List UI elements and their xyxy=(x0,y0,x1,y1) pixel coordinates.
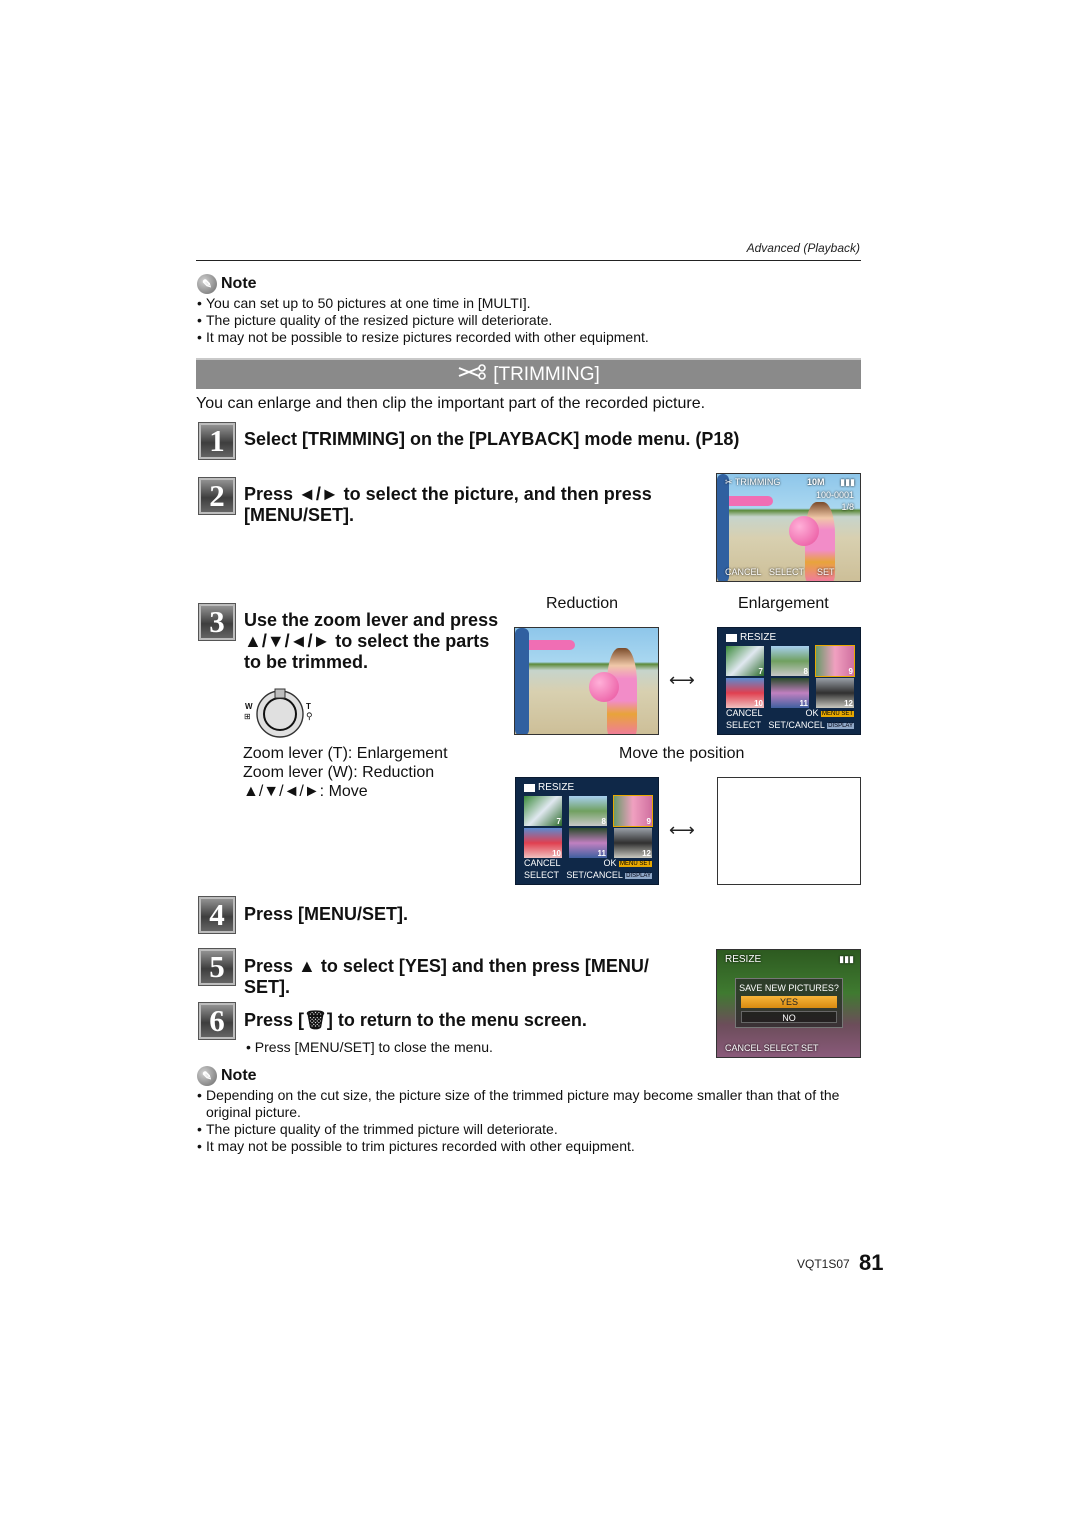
option-yes: YES xyxy=(741,996,837,1008)
step-number-3: 3 xyxy=(198,603,236,641)
zoom-lever-icon xyxy=(256,688,304,738)
caption-enlarge: Zoom lever (T): Enlargement xyxy=(243,745,448,762)
step-5-text: Press ▲ to select [YES] and then press [… xyxy=(244,956,649,997)
thumbnail: 11 xyxy=(771,678,809,708)
double-arrow-icon: ⟷ xyxy=(669,670,695,690)
banner-title: [TRIMMING] xyxy=(493,363,600,385)
save-question: SAVE NEW PICTURES? xyxy=(739,983,839,993)
pencil-icon: ✎ xyxy=(197,274,217,294)
note-title: Note xyxy=(221,1067,257,1084)
step-number-1: 1 xyxy=(198,422,236,460)
page-number: 81 xyxy=(859,1250,884,1275)
resize-ok: OK MENU SET xyxy=(603,858,652,868)
photo-ball xyxy=(789,516,819,546)
document-code: VQT1S07 xyxy=(797,1257,850,1271)
osd-file: 100-0001 xyxy=(815,490,854,500)
magnifier-icon: ⚲ xyxy=(306,711,313,721)
resize-screen-enlarged: RESIZE 7 8 9 10 11 12 CANCEL OK MENU SET… xyxy=(717,627,861,735)
resize-icon xyxy=(726,633,737,642)
resize-set-cancel: SET/CANCEL DISPLAY xyxy=(768,720,854,730)
note-list: You can set up to 50 pictures at one tim… xyxy=(197,295,862,346)
osd-set: SET xyxy=(817,567,835,577)
osd-select: SELECT xyxy=(769,567,805,577)
save-title: RESIZE xyxy=(725,954,762,965)
note-title: Note xyxy=(221,275,257,292)
header-divider xyxy=(196,260,861,261)
save-dialog: SAVE NEW PICTURES? YES NO xyxy=(735,978,843,1028)
section-label: Advanced (Playback) xyxy=(746,241,860,255)
save-footer: CANCEL SELECT SET xyxy=(725,1043,819,1053)
thumbnail: 8 xyxy=(771,646,809,676)
note-item: It may not be possible to resize picture… xyxy=(197,329,862,346)
reduction-label: Reduction xyxy=(546,595,619,612)
osd-size: 10M xyxy=(807,477,825,487)
step-number-4: 4 xyxy=(198,896,236,934)
scissors-icon xyxy=(457,363,487,386)
option-no: NO xyxy=(741,1011,837,1023)
thumbnail: 12 xyxy=(614,828,652,858)
thumbnail: 8 xyxy=(569,796,607,826)
section-banner: [TRIMMING] xyxy=(196,358,861,389)
step-3-text: Use the zoom lever and press ▲/▼/◄/► to … xyxy=(244,610,499,672)
thumbnail: 10 xyxy=(726,678,764,708)
thumbnail-selected: 9 xyxy=(815,645,855,677)
resize-set-cancel: SET/CANCEL DISPLAY xyxy=(566,870,652,880)
note-heading: ✎ Note xyxy=(197,274,862,294)
enlargement-label: Enlargement xyxy=(738,595,829,612)
thumbnail: 11 xyxy=(569,828,607,858)
reduction-photo xyxy=(514,627,659,735)
thumbnail-selected: 9 xyxy=(613,795,653,827)
note-item: The picture quality of the trimmed pictu… xyxy=(197,1121,862,1138)
battery-icon: ▮▮▮ xyxy=(840,477,855,487)
step-2-text: Press ◄/► to select the picture, and the… xyxy=(244,484,652,525)
thumbnail: 7 xyxy=(726,646,764,676)
resize-screen-moved: RESIZE 7 8 9 10 11 12 CANCEL OK MENU SET… xyxy=(515,777,659,885)
intro-text: You can enlarge and then clip the import… xyxy=(196,395,706,412)
wide-icon: ⊞ xyxy=(244,712,251,721)
pencil-icon: ✎ xyxy=(197,1066,217,1086)
resize-select: SELECT xyxy=(726,720,762,730)
osd-count: 1/8 xyxy=(841,502,854,512)
note-item: Depending on the cut size, the picture s… xyxy=(197,1087,862,1121)
note-bottom: ✎ Note Depending on the cut size, the pi… xyxy=(197,1066,862,1155)
resize-title: RESIZE xyxy=(726,632,776,643)
step-6-text: Press [🗑] to return to the menu screen. xyxy=(244,1010,587,1030)
note-item: The picture quality of the resized pictu… xyxy=(197,312,862,329)
blank-frame xyxy=(717,777,861,885)
step-1-text: Select [TRIMMING] on the [PLAYBACK] mode… xyxy=(244,429,740,449)
lever-w-label: W xyxy=(245,702,253,711)
step-2-camera-screen: ✂ TRIMMING 10M ▮▮▮ 100-0001 1/8 CANCEL S… xyxy=(716,473,861,582)
thumbnail: 10 xyxy=(524,828,562,858)
step-6-subnote: • Press [MENU/SET] to close the menu. xyxy=(246,1039,493,1055)
photo-ball xyxy=(589,672,619,702)
save-confirm-screen: RESIZE ▮▮▮ SAVE NEW PICTURES? YES NO CAN… xyxy=(716,949,861,1058)
step-number-6: 6 xyxy=(198,1002,236,1040)
lever-t-label: T xyxy=(306,702,311,711)
caption-move: ▲/▼/◄/►: Move xyxy=(243,783,368,800)
note-heading: ✎ Note xyxy=(197,1066,862,1086)
note-list: Depending on the cut size, the picture s… xyxy=(197,1087,862,1155)
resize-cancel: CANCEL xyxy=(524,858,561,868)
step-number-2: 2 xyxy=(198,477,236,515)
resize-select: SELECT xyxy=(524,870,560,880)
zoom-lever-diagram: W ⊞ T ⚲ xyxy=(243,688,323,738)
thumbnail: 7 xyxy=(524,796,562,826)
note-top: ✎ Note You can set up to 50 pictures at … xyxy=(197,274,862,346)
resize-cancel: CANCEL xyxy=(726,708,763,718)
resize-ok: OK MENU SET xyxy=(805,708,854,718)
osd-cancel: CANCEL xyxy=(725,567,762,577)
double-arrow-icon: ⟷ xyxy=(669,820,695,840)
caption-reduce: Zoom lever (W): Reduction xyxy=(243,764,435,781)
note-item: You can set up to 50 pictures at one tim… xyxy=(197,295,862,312)
resize-title: RESIZE xyxy=(524,782,574,793)
move-position-label: Move the position xyxy=(619,745,745,762)
thumbnail: 12 xyxy=(816,678,854,708)
step-4-text: Press [MENU/SET]. xyxy=(244,904,409,924)
osd-mode: ✂ TRIMMING xyxy=(725,477,781,487)
battery-icon: ▮▮▮ xyxy=(839,954,854,964)
lever-captions: Zoom lever (T): Enlargement Zoom lever (… xyxy=(243,744,448,801)
resize-icon xyxy=(524,783,535,792)
note-item: It may not be possible to trim pictures … xyxy=(197,1138,862,1155)
step-number-5: 5 xyxy=(198,948,236,986)
